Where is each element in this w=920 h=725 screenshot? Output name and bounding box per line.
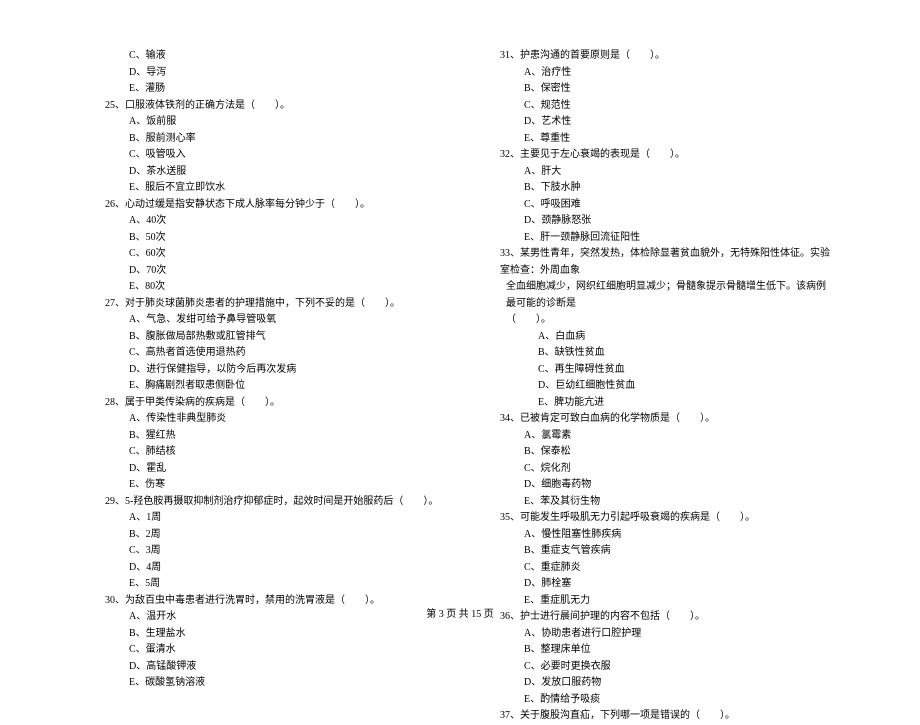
option-line: C、吸管吸入	[85, 147, 440, 164]
option-line: D、颈静脉怒张	[480, 213, 835, 230]
option-line: A、40次	[85, 213, 440, 230]
option-line: D、导泻	[85, 65, 440, 82]
question-line: 26、心动过缓是指安静状态下成人脉率每分钟少于（ ）。	[85, 197, 440, 214]
option-line: A、肝大	[480, 164, 835, 181]
option-line: D、70次	[85, 263, 440, 280]
option-line: C、输液	[85, 48, 440, 65]
option-line: C、高热者首选使用退热药	[85, 345, 440, 362]
question-line: 27、对于肺炎球菌肺炎患者的护理措施中，下列不妥的是（ ）。	[85, 296, 440, 313]
option-line: C、呼吸困难	[480, 197, 835, 214]
option-line: D、4周	[85, 560, 440, 577]
option-line: D、高锰酸钾液	[85, 659, 440, 676]
option-line: A、白血病	[480, 329, 835, 346]
option-line: A、饭前服	[85, 114, 440, 131]
option-line: E、脾功能亢进	[480, 395, 835, 412]
option-line: A、1周	[85, 510, 440, 527]
option-line: A、气急、发绀可给予鼻导管吸氧	[85, 312, 440, 329]
option-line: A、传染性非典型肺炎	[85, 411, 440, 428]
option-line: B、50次	[85, 230, 440, 247]
option-line: D、艺术性	[480, 114, 835, 131]
option-line: B、缺铁性贫血	[480, 345, 835, 362]
question-line: 37、关于腹股沟直疝，下列哪一项是错误的（ ）。	[480, 708, 835, 725]
left-column: C、输液D、导泻E、灌肠25、口服液体铁剂的正确方法是（ ）。A、饭前服B、服前…	[85, 48, 440, 725]
option-line: C、规范性	[480, 98, 835, 115]
question-line-continuation: 全血细胞减少，网织红细胞明显减少；骨髓象提示骨髓增生低下。该病例最可能的诊断是	[480, 279, 835, 312]
option-line: D、霍乱	[85, 461, 440, 478]
option-line: E、尊重性	[480, 131, 835, 148]
option-line: A、慢性阻塞性肺疾病	[480, 527, 835, 544]
question-line: 35、可能发生呼吸肌无力引起呼吸衰竭的疾病是（ ）。	[480, 510, 835, 527]
option-line: E、服后不宜立即饮水	[85, 180, 440, 197]
option-line: B、保泰松	[480, 444, 835, 461]
option-line: C、重症肺炎	[480, 560, 835, 577]
option-line: D、巨幼红细胞性贫血	[480, 378, 835, 395]
option-line: A、治疗性	[480, 65, 835, 82]
question-line: 25、口服液体铁剂的正确方法是（ ）。	[85, 98, 440, 115]
option-line: B、下肢水肿	[480, 180, 835, 197]
option-line: B、2周	[85, 527, 440, 544]
option-line: A、协助患者进行口腔护理	[480, 626, 835, 643]
option-line: E、伤寒	[85, 477, 440, 494]
question-line: 32、主要见于左心衰竭的表现是（ ）。	[480, 147, 835, 164]
option-line: B、猩红热	[85, 428, 440, 445]
question-line: 29、5-羟色胺再摄取抑制剂治疗抑郁症时，起效时间是开始服药后（ ）。	[85, 494, 440, 511]
option-line: D、细胞毒药物	[480, 477, 835, 494]
option-line: C、肺结核	[85, 444, 440, 461]
page-footer: 第 3 页 共 15 页	[0, 605, 920, 620]
option-line: B、重症支气管疾病	[480, 543, 835, 560]
question-line: 33、某男性青年，突然发热，体检除显著贫血貌外，无特殊阳性体征。实验室检查：外周…	[480, 246, 835, 279]
option-line: D、肺栓塞	[480, 576, 835, 593]
right-column: 31、护患沟通的首要原则是（ ）。A、治疗性B、保密性C、规范性D、艺术性E、尊…	[480, 48, 835, 725]
option-line: E、5周	[85, 576, 440, 593]
option-line: E、80次	[85, 279, 440, 296]
option-line: C、3周	[85, 543, 440, 560]
option-line: C、烷化剂	[480, 461, 835, 478]
option-line: C、蛋清水	[85, 642, 440, 659]
option-line: B、服前测心率	[85, 131, 440, 148]
option-line: C、必要时更换衣服	[480, 659, 835, 676]
option-line: E、胸痛剧烈者取患侧卧位	[85, 378, 440, 395]
page-content: C、输液D、导泻E、灌肠25、口服液体铁剂的正确方法是（ ）。A、饭前服B、服前…	[85, 48, 835, 725]
option-line: E、酌情给予吸痰	[480, 692, 835, 709]
option-line: E、肝一颈静脉回流征阳性	[480, 230, 835, 247]
option-line: D、进行保健指导，以防今后再次发病	[85, 362, 440, 379]
option-line: E、碳酸氢钠溶液	[85, 675, 440, 692]
option-line: B、整理床单位	[480, 642, 835, 659]
option-line: B、腹胀做局部热敷或肛管排气	[85, 329, 440, 346]
question-line: 28、属于甲类传染病的疾病是（ ）。	[85, 395, 440, 412]
option-line: E、苯及其衍生物	[480, 494, 835, 511]
option-line: B、生理盐水	[85, 626, 440, 643]
question-line-continuation: （ ）。	[480, 312, 835, 329]
option-line: A、氯霉素	[480, 428, 835, 445]
option-line: C、再生障碍性贫血	[480, 362, 835, 379]
option-line: D、发放口服药物	[480, 675, 835, 692]
option-line: B、保密性	[480, 81, 835, 98]
question-line: 31、护患沟通的首要原则是（ ）。	[480, 48, 835, 65]
option-line: D、茶水送服	[85, 164, 440, 181]
option-line: C、60次	[85, 246, 440, 263]
option-line: E、灌肠	[85, 81, 440, 98]
question-line: 34、已被肯定可致白血病的化学物质是（ ）。	[480, 411, 835, 428]
